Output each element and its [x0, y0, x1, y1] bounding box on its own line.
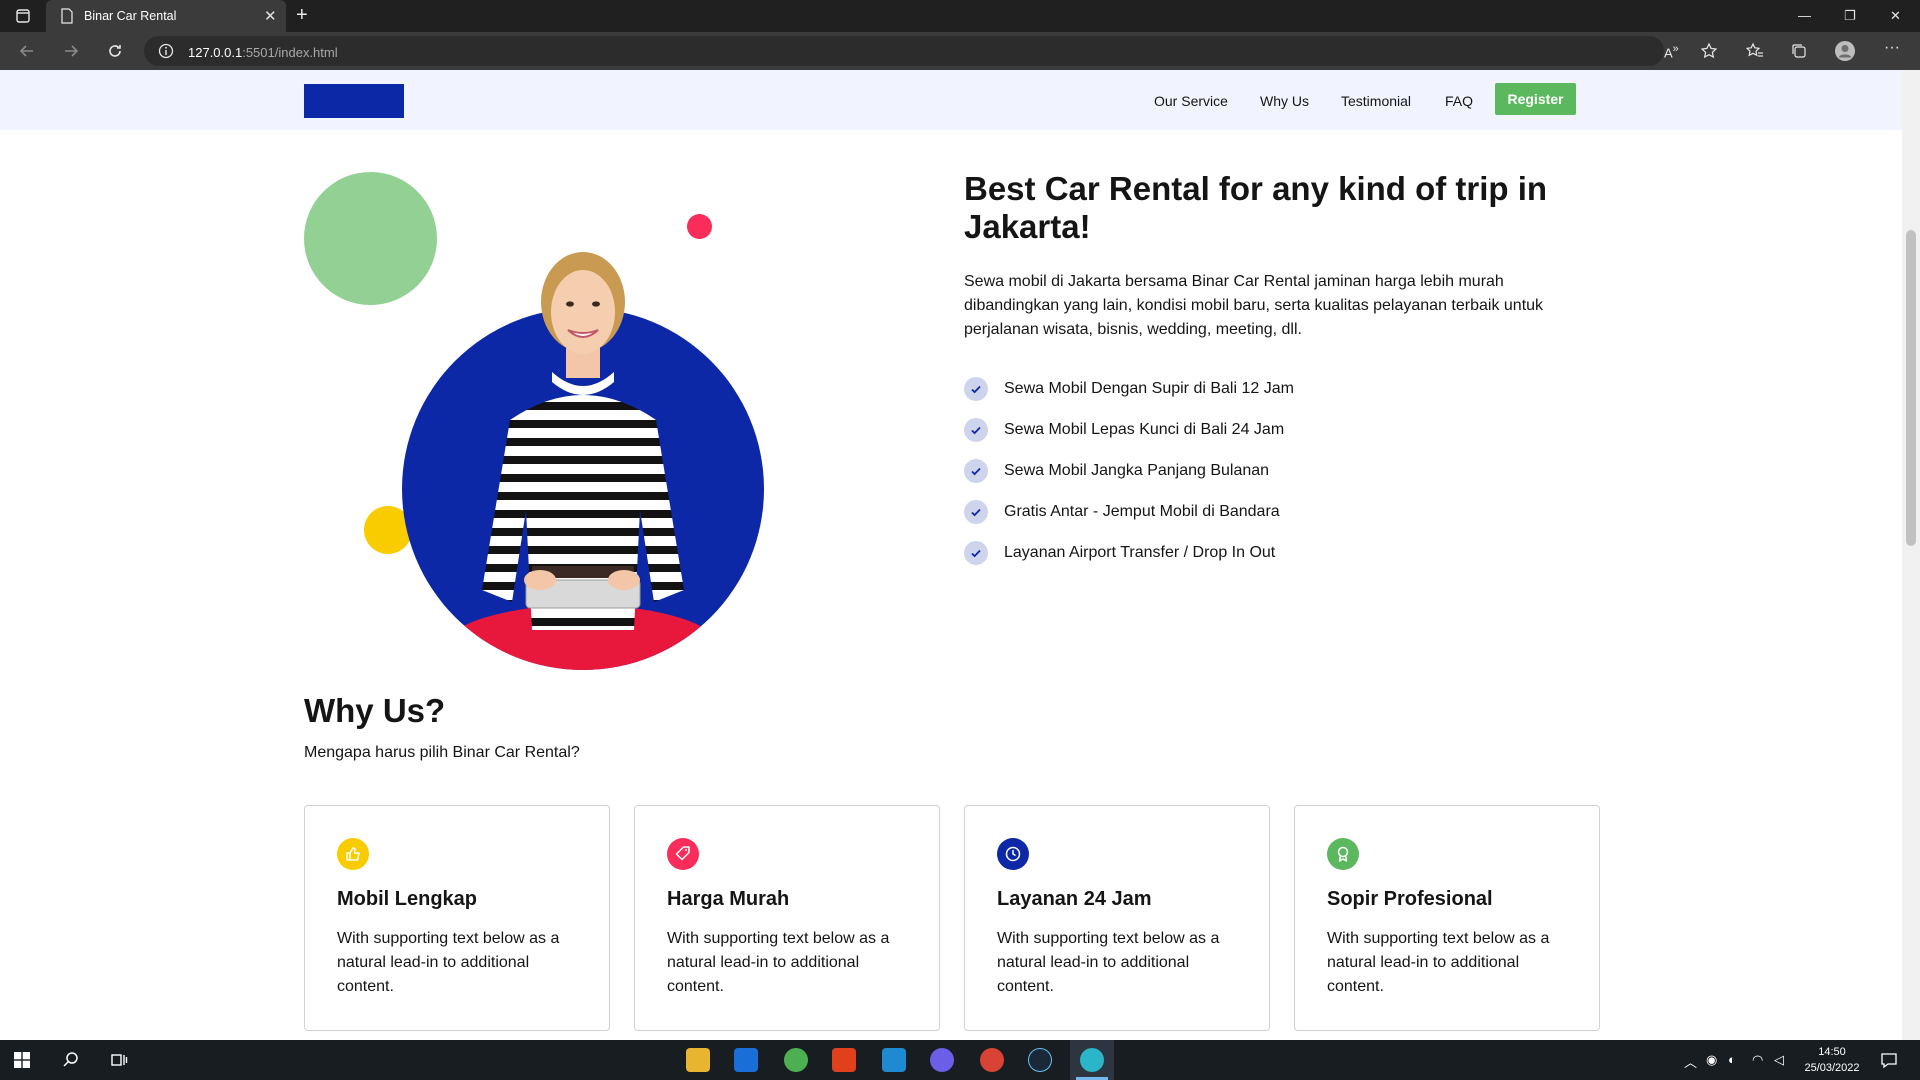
forward-icon[interactable]: [62, 42, 80, 65]
url-text: 127.0.0.1:5501/index.html: [188, 45, 338, 60]
url-path: :5501/index.html: [242, 45, 338, 60]
checklist-text: Sewa Mobil Jangka Panjang Bulanan: [1004, 461, 1270, 479]
checklist-text: Layanan Airport Transfer / Drop In Out: [1004, 543, 1276, 561]
check-icon: [964, 458, 988, 483]
checklist-item: Sewa Mobil Dengan Supir di Bali 12 Jam: [964, 368, 1564, 409]
edge-icon[interactable]: [1080, 1048, 1104, 1072]
read-aloud-icon[interactable]: A»: [1664, 43, 1679, 60]
why-us-subtitle: Mengapa harus pilih Binar Car Rental?: [304, 744, 580, 761]
network-icon[interactable]: ◠: [1752, 1052, 1763, 1068]
check-icon: [964, 540, 988, 565]
scrollbar-thumb[interactable]: [1906, 230, 1916, 546]
office-icon[interactable]: [832, 1048, 856, 1072]
nav-why-us[interactable]: Why Us: [1260, 93, 1309, 109]
award-icon: [1327, 838, 1359, 870]
why-us-card: Sopir Profesional With supporting text b…: [1294, 805, 1600, 1031]
why-us-title: Why Us?: [304, 692, 446, 729]
back-icon[interactable]: [18, 42, 36, 65]
price-tag-icon: [667, 838, 699, 870]
new-tab-icon[interactable]: +: [296, 4, 308, 27]
checklist-item: Gratis Antar - Jemput Mobil di Bandara: [964, 491, 1564, 532]
refresh-icon[interactable]: [106, 42, 124, 65]
collections-icon[interactable]: [1790, 42, 1808, 65]
close-tab-icon[interactable]: ✕: [264, 7, 277, 25]
register-button[interactable]: Register: [1495, 83, 1576, 115]
microsoft-store-icon[interactable]: [734, 1048, 758, 1072]
taskbar-clock[interactable]: 14:50 25/03/2022: [1792, 1044, 1872, 1076]
profile-avatar-icon[interactable]: [1834, 40, 1856, 67]
tab-actions-icon[interactable]: [16, 9, 30, 26]
notification-center-icon[interactable]: [1880, 1051, 1898, 1074]
volume-icon[interactable]: ◁: [1774, 1052, 1784, 1068]
clock-icon: [997, 838, 1029, 870]
check-icon: [964, 417, 988, 442]
vscode-icon[interactable]: [882, 1048, 906, 1072]
clock-date: 25/03/2022: [1804, 1062, 1860, 1074]
why-us-card: Mobil Lengkap With supporting text below…: [304, 805, 610, 1031]
steam-tray-icon[interactable]: ◉: [1706, 1052, 1717, 1068]
more-menu-icon[interactable]: ···: [1884, 39, 1900, 57]
page-scrollbar[interactable]: [1902, 70, 1920, 1040]
discord-icon[interactable]: [930, 1048, 954, 1072]
checklist-item: Sewa Mobil Lepas Kunci di Bali 24 Jam: [964, 409, 1564, 450]
url-bar[interactable]: 127.0.0.1:5501/index.html: [144, 36, 1664, 66]
browser-tab[interactable]: Binar Car Rental ✕: [46, 0, 286, 32]
windows-start-icon[interactable]: [14, 1052, 30, 1073]
address-toolbar: 127.0.0.1:5501/index.html A» ···: [0, 32, 1920, 70]
task-view-icon[interactable]: [110, 1051, 128, 1074]
nav-testimonial[interactable]: Testimonial: [1341, 93, 1411, 109]
browser-tab-bar: Binar Car Rental ✕ + — ❐ ✕: [0, 0, 1920, 32]
nav-faq[interactable]: FAQ: [1445, 93, 1473, 109]
card-text: With supporting text below as a natural …: [337, 930, 560, 995]
search-icon[interactable]: [62, 1051, 80, 1074]
checklist-text: Sewa Mobil Dengan Supir di Bali 12 Jam: [1004, 379, 1294, 397]
steam-icon[interactable]: [1028, 1048, 1052, 1072]
card-title: Layanan 24 Jam: [997, 888, 1152, 910]
clock-time: 14:50: [1818, 1046, 1846, 1058]
favorite-star-icon[interactable]: [1700, 42, 1718, 65]
discord-tray-icon[interactable]: ◐: [1728, 1052, 1736, 1067]
site-info-icon[interactable]: [158, 43, 174, 64]
hero-checklist: Sewa Mobil Dengan Supir di Bali 12 Jam S…: [964, 368, 1564, 573]
checklist-text: Gratis Antar - Jemput Mobil di Bandara: [1004, 502, 1280, 520]
chrome-icon[interactable]: [784, 1048, 808, 1072]
minimize-icon[interactable]: —: [1798, 8, 1811, 23]
hero-illustration: [402, 240, 764, 670]
site-logo[interactable]: [304, 84, 404, 118]
checklist-item: Sewa Mobil Jangka Panjang Bulanan: [964, 450, 1564, 491]
card-text: With supporting text below as a natural …: [997, 930, 1220, 995]
site-navbar: Our Service Why Us Testimonial FAQ Regis…: [0, 70, 1902, 130]
why-us-card: Harga Murah With supporting text below a…: [634, 805, 940, 1031]
card-text: With supporting text below as a natural …: [1327, 930, 1550, 995]
thumbs-up-icon: [337, 838, 369, 870]
url-host: 127.0.0.1: [188, 45, 243, 60]
windows-taskbar: ︿ ◉ ◐ ◠ ◁ 14:50 25/03/2022: [0, 1040, 1920, 1080]
card-title: Harga Murah: [667, 888, 790, 910]
pink-dot-decoration: [687, 214, 712, 239]
page-icon: [60, 8, 74, 29]
nav-our-service[interactable]: Our Service: [1154, 93, 1228, 109]
chrome-profile-icon[interactable]: [980, 1048, 1004, 1072]
card-title: Sopir Profesional: [1327, 888, 1493, 910]
close-window-icon[interactable]: ✕: [1890, 8, 1901, 24]
show-hidden-icons-icon[interactable]: ︿: [1684, 1052, 1697, 1071]
card-text: With supporting text below as a natural …: [667, 930, 890, 995]
checklist-text: Sewa Mobil Lepas Kunci di Bali 24 Jam: [1004, 420, 1285, 438]
check-icon: [964, 376, 988, 401]
hero-title: Best Car Rental for any kind of trip in …: [964, 170, 1548, 245]
favorites-icon[interactable]: [1745, 42, 1764, 65]
checklist-item: Layanan Airport Transfer / Drop In Out: [964, 532, 1564, 573]
restore-icon[interactable]: ❐: [1844, 8, 1856, 24]
file-explorer-icon[interactable]: [686, 1048, 710, 1072]
why-us-card: Layanan 24 Jam With supporting text belo…: [964, 805, 1270, 1031]
hero-description: Sewa mobil di Jakarta bersama Binar Car …: [964, 273, 1544, 338]
tab-title: Binar Car Rental: [84, 9, 177, 23]
check-icon: [964, 499, 988, 524]
card-title: Mobil Lengkap: [337, 888, 477, 910]
web-page: Our Service Why Us Testimonial FAQ Regis…: [0, 70, 1902, 1040]
